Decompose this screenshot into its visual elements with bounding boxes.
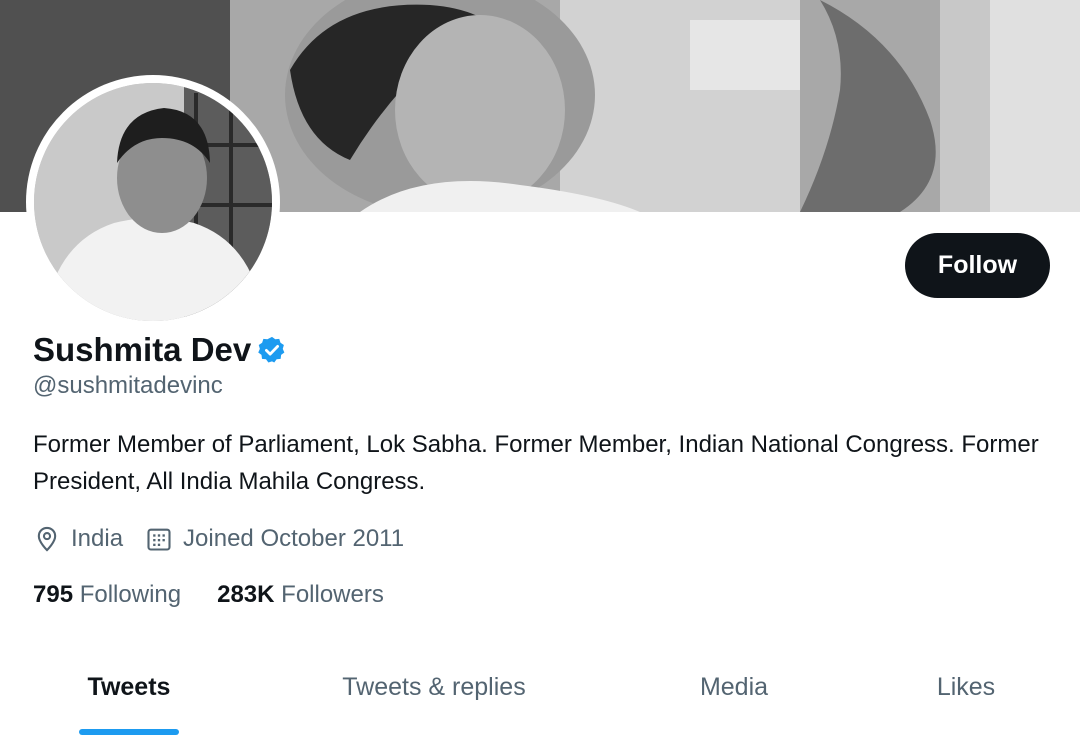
location-text: India bbox=[71, 525, 124, 552]
following-count: 795 bbox=[33, 581, 74, 608]
tab-likes[interactable]: Likes bbox=[858, 650, 1074, 725]
profile-tabs: Tweets Tweets & replies Media Likes bbox=[0, 650, 1080, 735]
profile-meta: India Joined October 2011 bbox=[33, 521, 426, 557]
verified-badge-icon[interactable] bbox=[257, 335, 287, 365]
followers-link[interactable]: 283K Followers bbox=[217, 581, 384, 609]
tab-tweets-and-replies[interactable]: Tweets & replies bbox=[258, 650, 610, 725]
active-tab-indicator bbox=[79, 729, 179, 735]
profile-stats: 795 Following 283K Followers bbox=[33, 577, 420, 613]
followers-label: Followers bbox=[281, 581, 384, 608]
profile-bio: Former Member of Parliament, Lok Sabha. … bbox=[33, 431, 1039, 495]
name-row: Sushmita Dev bbox=[33, 328, 287, 372]
tab-media[interactable]: Media bbox=[610, 650, 858, 725]
location-item: India bbox=[33, 525, 123, 553]
following-label: Following bbox=[79, 581, 182, 608]
follow-button[interactable]: Follow bbox=[905, 233, 1050, 298]
avatar-image bbox=[34, 83, 272, 321]
location-pin-icon bbox=[33, 525, 61, 553]
joined-text: Joined October 2011 bbox=[183, 525, 405, 552]
joined-item: Joined October 2011 bbox=[145, 525, 404, 553]
profile-handle: @sushmitadevinc bbox=[33, 372, 223, 399]
avatar[interactable] bbox=[34, 83, 272, 321]
following-link[interactable]: 795 Following bbox=[33, 581, 181, 609]
calendar-icon bbox=[145, 525, 173, 553]
followers-count: 283K bbox=[217, 581, 275, 608]
display-name: Sushmita Dev bbox=[33, 331, 252, 368]
tab-tweets[interactable]: Tweets bbox=[0, 650, 258, 725]
